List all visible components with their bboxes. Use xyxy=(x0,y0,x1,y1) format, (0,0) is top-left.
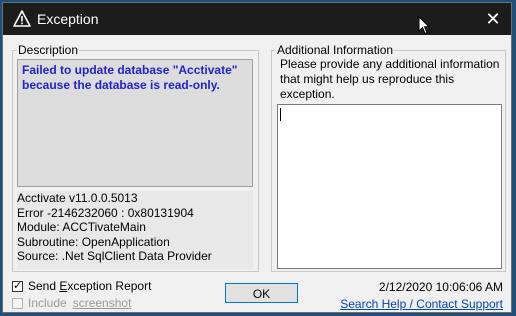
detail-version: Acctivate v11.0.0.5013 xyxy=(17,191,138,205)
detail-source: Source: .Net SqlClient Data Provider xyxy=(17,249,212,263)
search-help-contact-support-link[interactable]: Search Help / Contact Support xyxy=(340,297,503,311)
close-button[interactable]: ✕ xyxy=(483,9,503,29)
include-screenshot-option[interactable]: Include screenshot xyxy=(12,296,131,310)
detail-module: Module: ACCTivateMain xyxy=(17,220,146,234)
mouse-cursor-icon xyxy=(418,16,430,35)
include-label: Include xyxy=(28,296,67,310)
additional-info-textarea[interactable] xyxy=(277,104,502,269)
window-title: Exception xyxy=(37,11,99,27)
warning-icon xyxy=(13,10,31,27)
ok-button[interactable]: OK xyxy=(225,283,298,303)
exception-dialog: Exception ✕ Description Failed to update… xyxy=(2,2,512,313)
detail-error-code: Error -2146232060 : 0x80131904 xyxy=(17,205,194,220)
screenshot-link[interactable]: screenshot xyxy=(73,296,132,310)
send-report-checkbox[interactable]: ✓ xyxy=(12,280,23,292)
send-report-label-pre: Send xyxy=(28,279,60,293)
timestamp: 2/12/2020 10:06:06 AM xyxy=(378,280,503,294)
error-message: Failed to update database "Acctivate" be… xyxy=(17,59,253,187)
include-screenshot-checkbox[interactable] xyxy=(12,297,23,309)
description-group-label: Description xyxy=(17,43,80,57)
additional-info-prompt: Please provide any additional informatio… xyxy=(280,57,500,101)
text-caret xyxy=(280,108,281,121)
additional-info-group-label: Additional Information xyxy=(276,43,395,57)
send-report-label-post: xception Report xyxy=(67,279,152,293)
additional-info-group: Additional Information Please provide an… xyxy=(271,43,506,272)
send-report-option[interactable]: ✓ Send Exception Report xyxy=(12,279,151,293)
send-report-label: Send Exception Report xyxy=(28,279,151,293)
description-group: Description Failed to update database "A… xyxy=(12,43,259,272)
detail-subroutine: Subroutine: OpenApplication xyxy=(17,234,170,249)
title-bar: Exception ✕ xyxy=(3,3,511,35)
error-details: Acctivate v11.0.0.5013 Error -2146232060… xyxy=(17,191,253,269)
